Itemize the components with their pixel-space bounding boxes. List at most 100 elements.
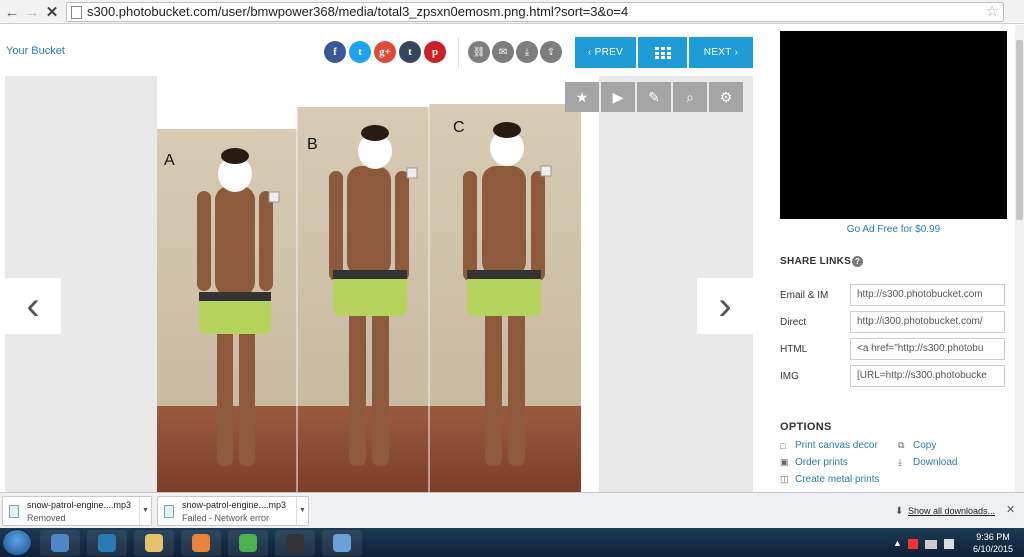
photo-label-b: B: [307, 136, 318, 153]
share-links-heading: SHARE LINKS: [780, 256, 852, 267]
tray-arrow-icon[interactable]: ▲: [893, 538, 902, 548]
metal-prints-icon: ◫: [780, 474, 789, 484]
chevron-left-icon: ‹: [26, 284, 40, 328]
downloads-bar: [0, 492, 1024, 529]
help-icon[interactable]: ?: [852, 256, 863, 267]
print-canvas-icon: □: [780, 440, 786, 451]
option-label: Copy: [913, 440, 937, 451]
address-bar[interactable]: s300.photobucket.com/user/bmwpower368/me…: [66, 2, 1004, 22]
previous-image-arrow[interactable]: ‹: [5, 278, 61, 334]
link-button[interactable]: ⛓: [468, 41, 490, 63]
show-all-downloads-link[interactable]: Show all downloads...: [908, 506, 995, 516]
action-center-icon[interactable]: [908, 539, 918, 549]
share-label-3: IMG: [780, 371, 799, 382]
edit-icon: ✎: [648, 88, 660, 105]
photo-image: [157, 104, 581, 494]
audio-file-icon: [9, 505, 19, 518]
option-cart[interactable]: ▣ Order prints: [780, 457, 848, 468]
copy-icon: ⧉: [898, 440, 905, 450]
share-icon: ⇪: [546, 46, 556, 58]
share-field-3[interactable]: [URL=http://s300.photobucke: [850, 365, 1005, 387]
advertisement[interactable]: [780, 31, 1007, 219]
download-item[interactable]: snow-patrol-engine....mp3 Failed - Networ…: [157, 496, 309, 526]
go-ad-free-link[interactable]: Go Ad Free for $0.99: [780, 224, 1007, 235]
option-label: Download: [913, 457, 958, 468]
tumblr-share-button[interactable]: t: [399, 41, 421, 63]
favorite-star-icon: ★: [575, 88, 589, 105]
email-button[interactable]: ✉: [492, 41, 514, 63]
your-bucket-link[interactable]: Your Bucket: [6, 45, 65, 57]
folder-icon: [145, 534, 163, 552]
media-player-icon: [192, 534, 210, 552]
download-item[interactable]: snow-patrol-engine....mp3 Removed ▼: [2, 496, 152, 526]
audio-file-icon: [164, 505, 174, 518]
settings-gear-button[interactable]: ⚙: [709, 82, 743, 112]
share-field-1[interactable]: http://i300.photobucket.com/: [850, 311, 1005, 333]
explorer-icon: [51, 534, 69, 552]
link-icon: ⛓: [472, 46, 486, 58]
photo[interactable]: A B C: [157, 76, 599, 494]
email-icon: ✉: [498, 46, 508, 58]
stop-button[interactable]: ✕: [42, 2, 62, 22]
close-downloads-button[interactable]: ✕: [1006, 503, 1015, 516]
slideshow-play-button[interactable]: ▶: [601, 82, 635, 112]
taskbar-chrome-button[interactable]: [228, 530, 268, 556]
download-menu-arrow-icon[interactable]: ▼: [139, 497, 151, 525]
taskbar-photo-viewer-button[interactable]: [322, 530, 362, 556]
option-label: Create metal prints: [795, 474, 880, 485]
taskbar-media-player-button[interactable]: [181, 530, 221, 556]
download-status: Failed - Network error: [182, 513, 270, 523]
option-copy[interactable]: ⧉ Copy: [898, 440, 936, 451]
share-label-0: Email & IM: [780, 290, 829, 301]
pinterest-share-button[interactable]: p: [424, 41, 446, 63]
taskbar-steam-button[interactable]: [275, 530, 315, 556]
slideshow-play-icon: ▶: [612, 88, 624, 105]
toolbar-divider: [458, 38, 459, 68]
download-arrow-icon: ⬇: [895, 506, 904, 517]
grid-icon: [654, 46, 671, 59]
option-download[interactable]: ⤓ Download: [898, 457, 957, 468]
next-button[interactable]: NEXT ›: [689, 37, 753, 68]
taskbar-folder-button[interactable]: [134, 530, 174, 556]
next-image-arrow[interactable]: ›: [697, 278, 753, 334]
grid-view-button[interactable]: [638, 37, 687, 68]
clock-time: 9:36 PM: [976, 532, 1010, 542]
share-field-0[interactable]: http://s300.photobucket.com: [850, 284, 1005, 306]
favorite-star-button[interactable]: ★: [565, 82, 599, 112]
google-plus-share-button[interactable]: g+: [374, 41, 396, 63]
download-icon: ⤓: [898, 457, 902, 467]
option-metal-prints[interactable]: ◫ Create metal prints: [780, 474, 879, 485]
steam-icon: [286, 534, 304, 552]
prev-button[interactable]: ‹ PREV: [575, 37, 636, 68]
share-field-2[interactable]: <a href="http://s300.photobu: [850, 338, 1005, 360]
volume-icon[interactable]: [944, 539, 954, 549]
taskbar-explorer-button[interactable]: [40, 530, 80, 556]
start-button[interactable]: [2, 529, 32, 556]
scrollbar-thumb[interactable]: [1016, 40, 1023, 220]
download-button[interactable]: ⤓: [516, 41, 538, 63]
option-print-canvas[interactable]: □ Print canvas decor: [780, 440, 878, 451]
options-heading: OPTIONS: [780, 421, 832, 433]
taskbar-ie-button[interactable]: [87, 530, 127, 556]
page-icon: [71, 6, 82, 19]
network-icon[interactable]: [925, 540, 937, 549]
settings-gear-icon: ⚙: [719, 88, 733, 105]
facebook-share-button[interactable]: f: [324, 41, 346, 63]
photo-viewer-icon: [333, 534, 351, 552]
forward-button[interactable]: →: [22, 2, 42, 22]
system-clock[interactable]: 9:36 PM 6/10/2015: [966, 531, 1020, 555]
cart-icon: ▣: [780, 457, 789, 467]
zoom-button[interactable]: ⌕: [673, 82, 707, 112]
share-label-2: HTML: [780, 344, 808, 355]
bookmark-star-icon[interactable]: ☆: [986, 3, 999, 21]
option-label: Order prints: [795, 457, 848, 468]
download-filename: snow-patrol-engine....mp3: [182, 500, 287, 510]
download-menu-arrow-icon[interactable]: ▼: [296, 497, 308, 525]
ie-icon: [98, 534, 116, 552]
share-button[interactable]: ⇪: [540, 41, 562, 63]
twitter-share-button[interactable]: t: [349, 41, 371, 63]
back-button[interactable]: ←: [2, 2, 22, 22]
photo-label-a: A: [164, 152, 175, 169]
share-label-1: Direct: [780, 317, 807, 328]
edit-button[interactable]: ✎: [637, 82, 671, 112]
